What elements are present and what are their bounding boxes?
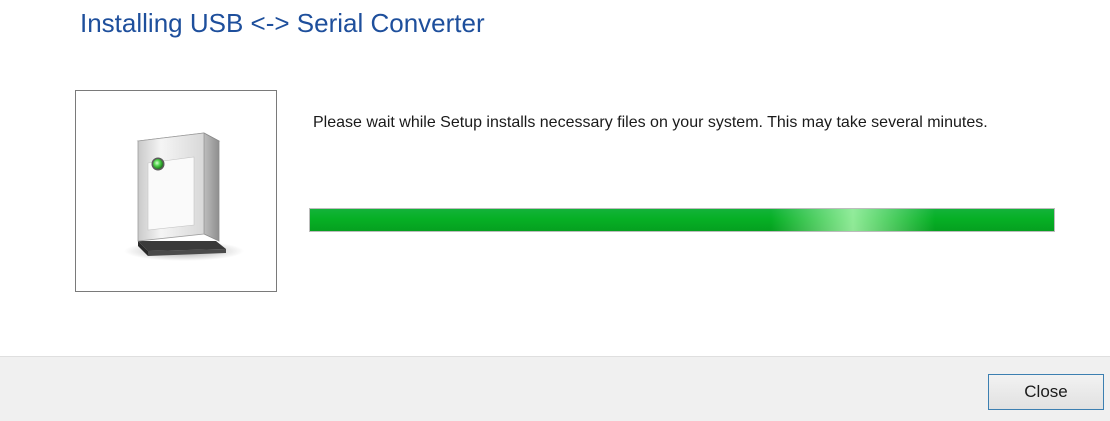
usb-device-icon: [124, 132, 244, 261]
dialog-footer: Close: [0, 356, 1110, 421]
dialog-title: Installing USB <-> Serial Converter: [80, 8, 485, 38]
progress-fill: [310, 209, 1054, 231]
installer-dialog: Installing USB <-> Serial Converter Plea…: [0, 0, 1110, 421]
device-icon-frame: [75, 90, 277, 292]
status-message: Please wait while Setup installs necessa…: [313, 114, 988, 131]
progress-glow: [771, 209, 935, 231]
install-progress-bar: [309, 208, 1055, 232]
close-button[interactable]: Close: [988, 374, 1104, 410]
